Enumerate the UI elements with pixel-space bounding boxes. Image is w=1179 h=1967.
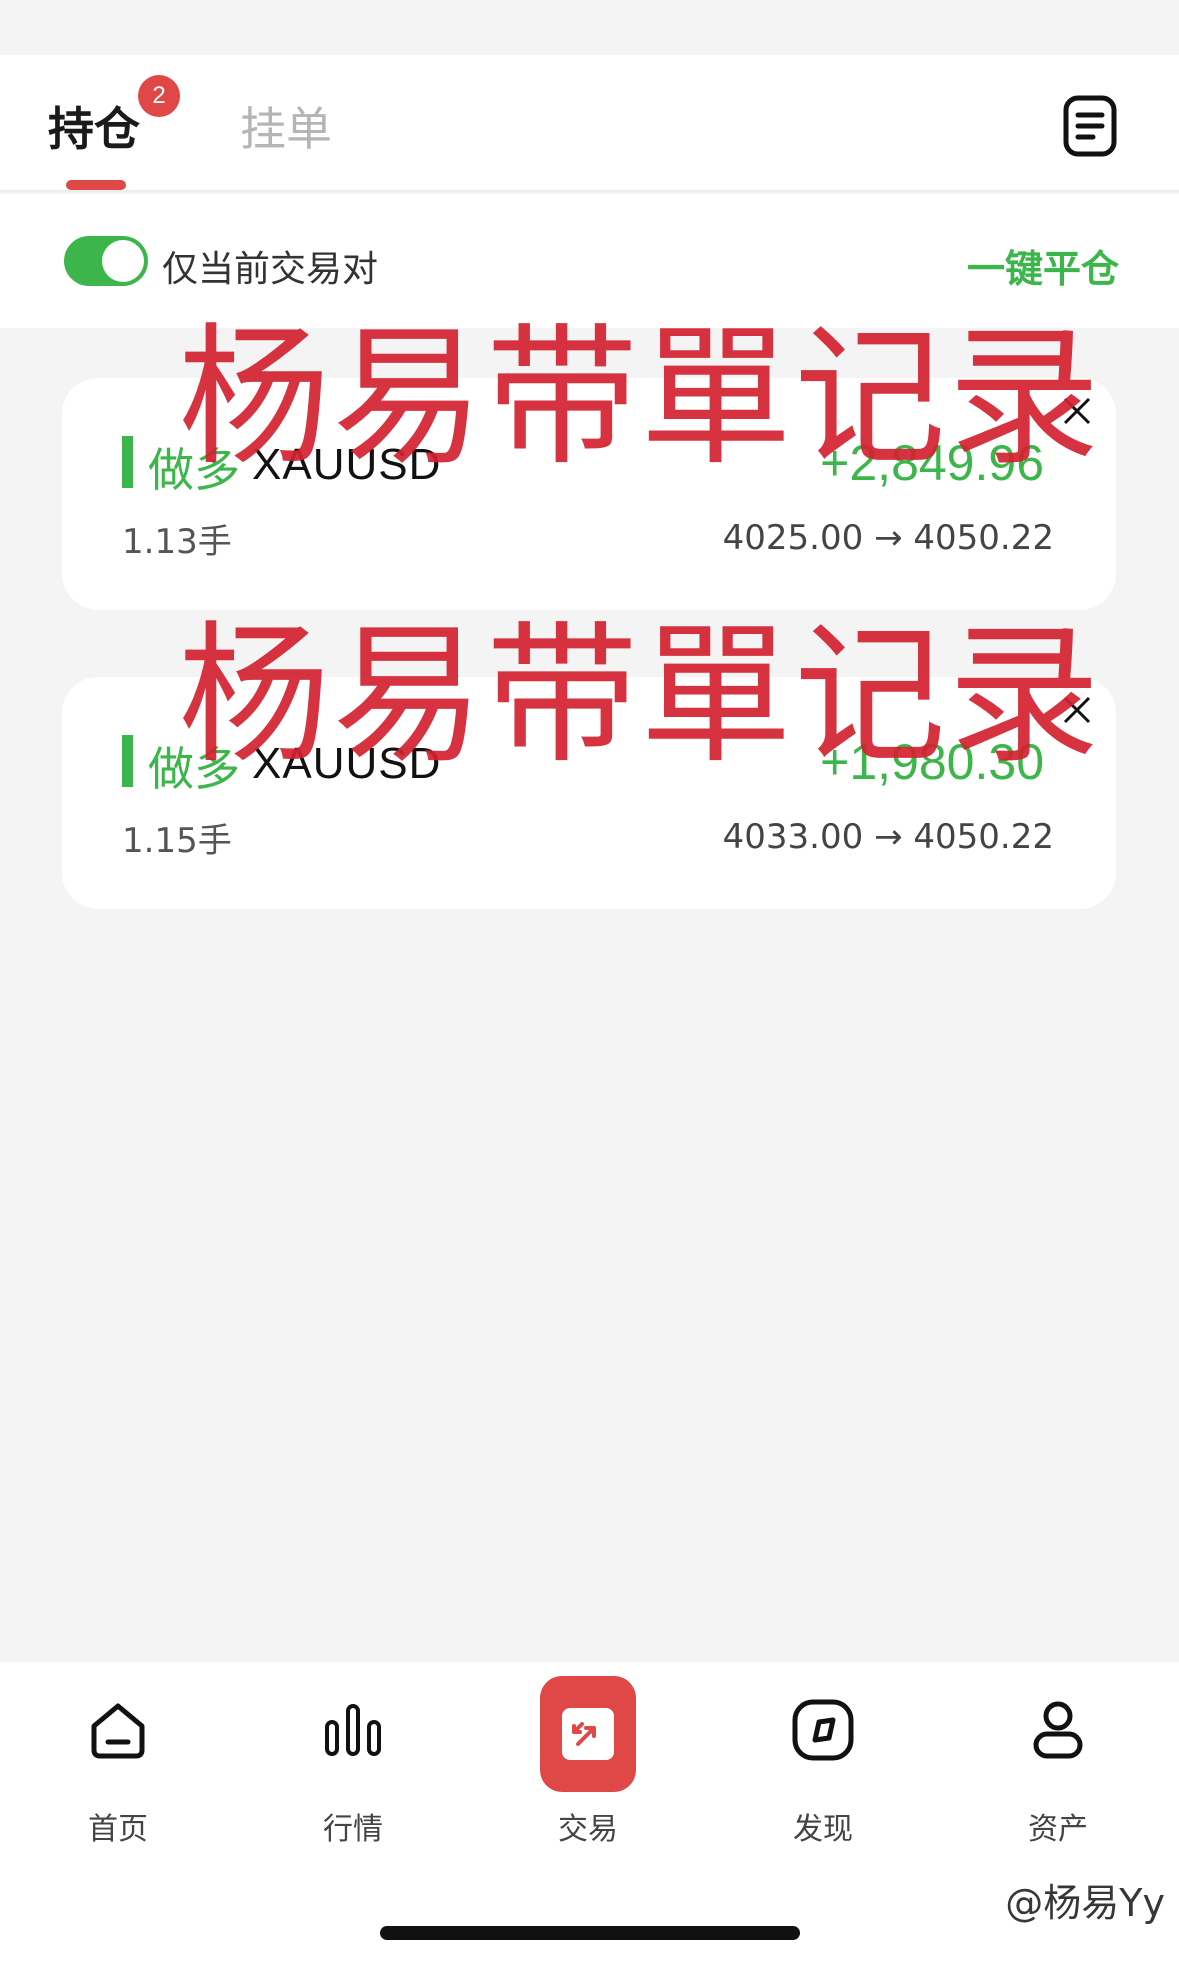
arrow-icon: → <box>874 817 903 857</box>
toggle-knob <box>102 240 144 282</box>
long-side-marker <box>122 436 133 488</box>
home-indicator[interactable] <box>380 1926 800 1940</box>
bar-chart-icon <box>325 1704 381 1756</box>
nav-home[interactable]: 首页 <box>18 1662 218 1862</box>
nav-market-label: 行情 <box>323 1812 383 1847</box>
nav-discover[interactable]: 发现 <box>723 1662 923 1862</box>
watermark-overlay: 杨易带單记录 <box>178 309 1102 486</box>
credit-watermark: @杨易Yy <box>1005 1881 1165 1925</box>
filter-bar: 仅当前交易对 一键平仓 <box>0 194 1179 328</box>
position-lots: 1.15手 <box>122 821 232 861</box>
nav-market[interactable]: 行情 <box>253 1662 453 1862</box>
entry-price: 4033.00 <box>722 817 864 857</box>
active-tab-indicator <box>66 180 126 190</box>
tab-positions[interactable]: 持仓 <box>48 93 140 159</box>
current-price: 4050.22 <box>913 518 1054 558</box>
current-pair-label: 仅当前交易对 <box>162 249 379 290</box>
home-icon <box>91 1703 145 1759</box>
current-pair-toggle[interactable] <box>64 236 148 286</box>
watermark-overlay: 杨易带單记录 <box>178 607 1102 784</box>
position-prices: 4025.00 → 4050.22 <box>723 518 1054 558</box>
nav-trade-label: 交易 <box>558 1812 618 1847</box>
user-icon <box>1033 1701 1083 1759</box>
entry-price: 4025.00 <box>722 518 864 558</box>
nav-assets[interactable]: 资产 <box>958 1662 1158 1862</box>
position-lots: 1.13手 <box>122 522 232 562</box>
nav-home-label: 首页 <box>88 1812 148 1847</box>
position-prices: 4033.00 → 4050.22 <box>723 817 1054 857</box>
bottom-nav: 首页 行情 交易 发现 资产 <box>0 1662 1179 1967</box>
tab-orders[interactable]: 挂单 <box>240 93 332 159</box>
position-tabs-header: 持仓 2 挂单 <box>0 55 1179 192</box>
positions-count-badge: 2 <box>138 75 180 117</box>
order-history-icon[interactable] <box>1063 95 1117 157</box>
nav-trade[interactable]: 交易 <box>488 1662 688 1862</box>
close-all-button[interactable]: 一键平仓 <box>967 238 1119 293</box>
nav-assets-label: 资产 <box>1028 1812 1088 1847</box>
long-side-marker <box>122 735 133 787</box>
arrow-icon: → <box>874 518 903 558</box>
nav-discover-label: 发现 <box>793 1812 853 1847</box>
current-price: 4050.22 <box>913 817 1054 857</box>
swap-icon <box>562 1708 614 1760</box>
compass-icon <box>792 1699 854 1761</box>
